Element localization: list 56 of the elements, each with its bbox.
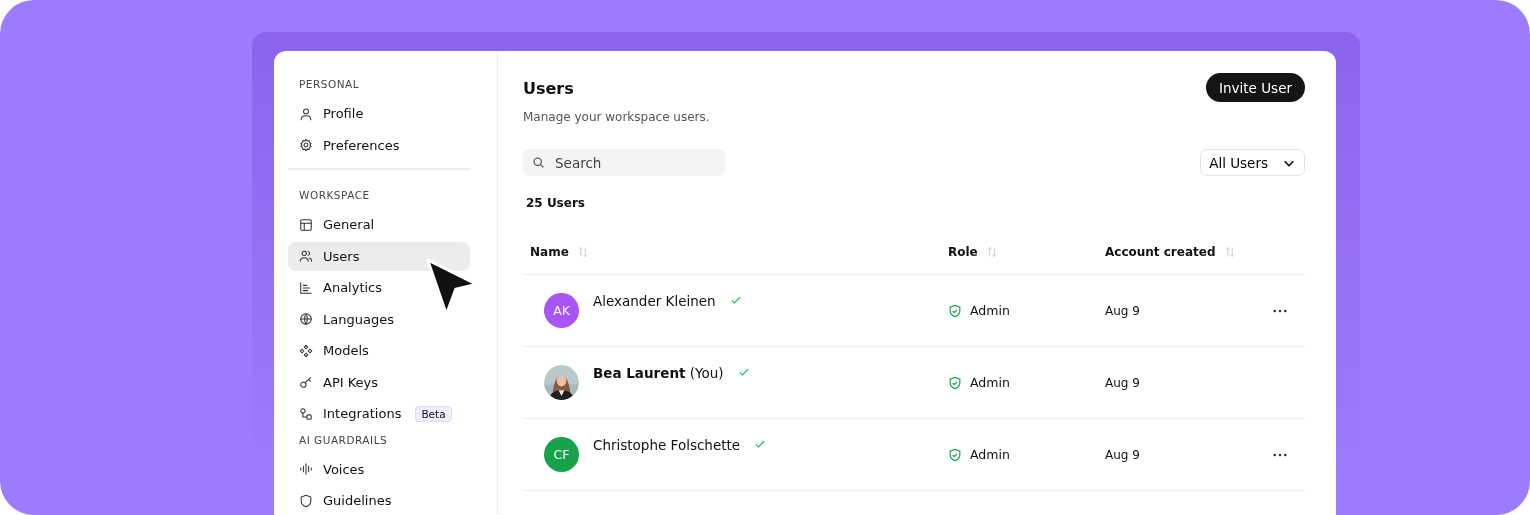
user-icon <box>299 106 313 121</box>
beta-badge: Beta <box>415 405 452 422</box>
sidebar-item[interactable]: Models <box>288 336 470 365</box>
sort-icon[interactable] <box>576 246 589 258</box>
section-heading: AI GUARDRAILS <box>298 433 389 446</box>
sidebar-item[interactable]: API Keys <box>288 367 470 397</box>
sidebar-item[interactable]: Profile <box>288 99 470 128</box>
user-avatar: AK <box>544 293 579 328</box>
column-header[interactable]: Role <box>948 245 978 259</box>
more-options-icon[interactable] <box>1273 452 1287 457</box>
sort-icon[interactable] <box>985 246 998 258</box>
column-header[interactable]: Account created <box>1105 245 1216 259</box>
shield-check-icon <box>948 375 962 390</box>
search-input[interactable]: Search <box>553 153 707 172</box>
sidebar-item[interactable]: Voices <box>288 454 470 484</box>
page-subtitle: Manage your workspace users. <box>523 110 710 124</box>
section-heading: PERSONAL <box>298 78 361 90</box>
plug-icon <box>299 406 313 421</box>
sidebar-item[interactable]: Integrations Beta <box>288 399 470 428</box>
created-date: Aug 9 <box>1105 375 1140 390</box>
users-icon <box>299 249 313 263</box>
wave-icon <box>299 462 313 476</box>
shield-icon <box>299 493 313 508</box>
shield-check-icon <box>948 447 962 462</box>
sidebar-item[interactable]: Analytics <box>288 273 470 302</box>
created-date: Aug 9 <box>1105 303 1140 318</box>
user-name: Bea Laurent (You) <box>593 364 724 381</box>
layout-icon <box>299 217 313 232</box>
created-date: Aug 9 <box>1105 447 1140 462</box>
key-icon <box>299 375 313 389</box>
page-title: Users <box>523 79 575 98</box>
search-icon <box>532 156 545 169</box>
sidebar-item[interactable]: Users <box>288 241 470 271</box>
user-name: Alexander Kleinen <box>593 292 716 309</box>
more-options-icon[interactable] <box>1273 308 1287 313</box>
column-header[interactable]: Name <box>530 245 569 259</box>
role-text: Admin <box>970 375 1010 390</box>
user-avatar: CF <box>544 437 579 472</box>
search-field[interactable]: Search <box>523 149 725 176</box>
diamonds-icon <box>299 343 313 358</box>
sidebar-item[interactable]: General <box>288 210 470 239</box>
role-text: Admin <box>970 303 1010 318</box>
role-text: Admin <box>970 447 1010 462</box>
chart-icon <box>299 280 313 295</box>
sidebar-item[interactable]: Preferences <box>288 130 470 160</box>
user-filter-dropdown[interactable]: All Users <box>1200 149 1305 176</box>
user-count: 25 Users <box>526 196 586 210</box>
globe-icon <box>299 312 313 326</box>
sidebar-item[interactable]: Languages <box>288 304 470 334</box>
section-heading: WORKSPACE <box>298 189 371 201</box>
gear-icon <box>299 138 313 152</box>
invite-user-button[interactable]: Invite User <box>1206 73 1305 102</box>
sort-icon[interactable] <box>1223 246 1236 258</box>
user-name: Christophe Folschette <box>593 436 741 453</box>
shield-check-icon <box>948 303 962 318</box>
sidebar-item[interactable]: Guidelines <box>288 486 470 515</box>
